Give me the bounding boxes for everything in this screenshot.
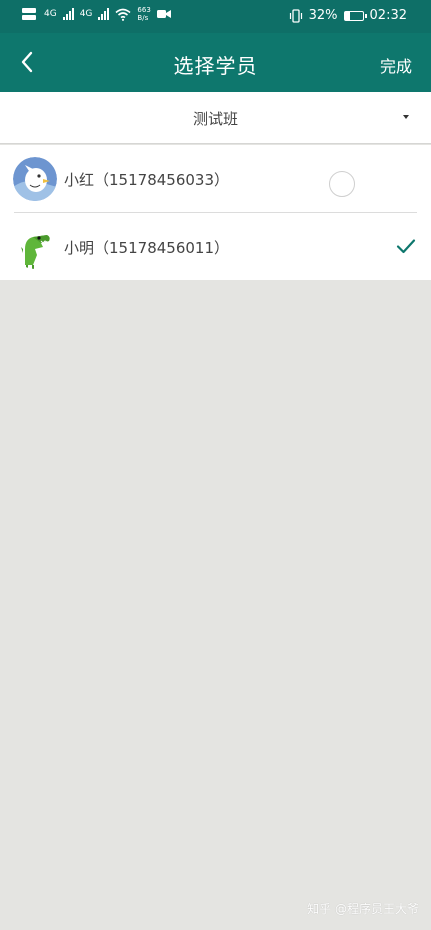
network-speed: 663 B/s	[137, 6, 150, 22]
video-camera-icon	[156, 10, 171, 18]
battery-fill	[344, 11, 351, 20]
status-time: 02:32	[369, 8, 407, 23]
app-bar: 选择学员 完成	[0, 33, 431, 92]
battery-percent: 32%	[308, 8, 338, 23]
avatar	[13, 225, 57, 269]
network-speed-unit: B/s	[137, 14, 149, 22]
status-left-icons: 4G 4G 663 B/s	[22, 6, 171, 22]
network-speed-value: 663	[137, 6, 151, 14]
cartoon-bird-avatar-icon	[13, 157, 57, 201]
vibrate-icon	[289, 8, 302, 23]
student-phone: （15178456033）	[94, 171, 229, 189]
battery-icon	[343, 10, 367, 21]
student-label: 小明 （15178456011）	[64, 237, 229, 258]
status-bar: 4G 4G 663 B/s 32% 02:32	[0, 0, 431, 33]
unchecked-radio-icon[interactable]	[329, 171, 355, 197]
status-right-icons: 32% 02:32	[289, 8, 407, 23]
student-row[interactable]: 小明 （15178456011）	[0, 213, 431, 280]
signal-strength-icon-2	[98, 8, 110, 20]
cartoon-dinosaur-avatar-icon	[13, 225, 57, 269]
avatar	[13, 157, 57, 201]
signal-2-label: 4G	[79, 9, 93, 19]
wifi-icon	[115, 8, 131, 21]
student-list: 小红 （15178456033） 小明 （15178456011）	[0, 145, 431, 280]
student-label: 小红 （15178456033）	[64, 169, 229, 190]
student-row[interactable]: 小红 （15178456033）	[0, 145, 431, 213]
checkmark-icon[interactable]	[395, 235, 417, 257]
student-name: 小明	[64, 239, 95, 257]
watermark: 知乎 @程序员王大爷	[307, 902, 419, 916]
signal-1-label: 4G	[44, 9, 57, 19]
class-dropdown-value: 测试班	[192, 110, 238, 128]
caret-down-icon	[403, 115, 409, 119]
class-dropdown[interactable]: 测试班	[0, 92, 431, 144]
student-phone: （15178456011）	[94, 239, 229, 257]
signal-strength-icon	[62, 8, 74, 20]
sim-cards-icon	[22, 7, 38, 21]
page-title: 选择学员	[173, 54, 258, 78]
student-name: 小红	[64, 171, 95, 189]
done-button[interactable]: 完成	[380, 53, 412, 77]
